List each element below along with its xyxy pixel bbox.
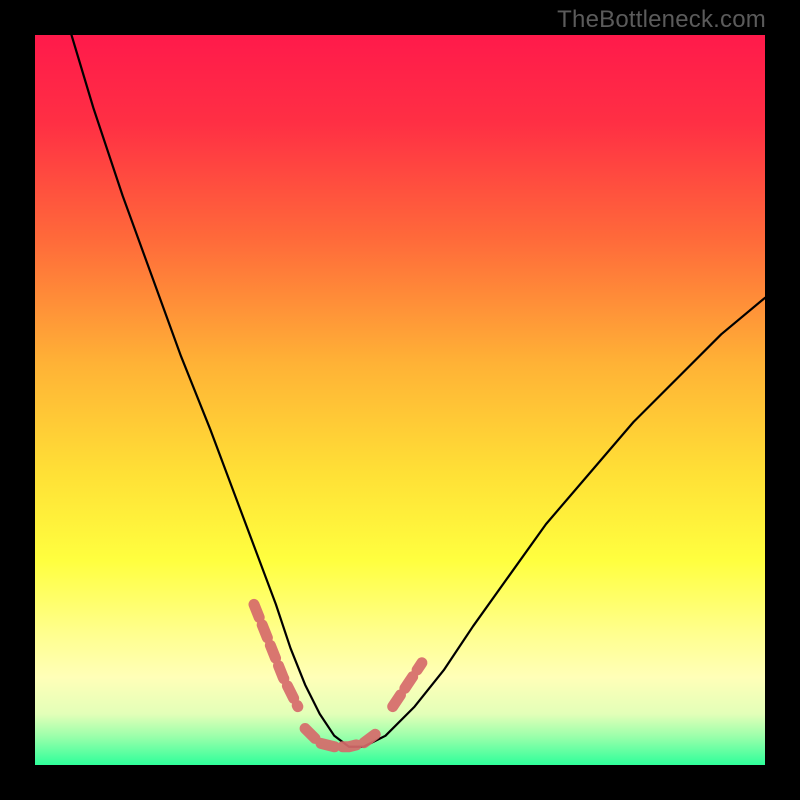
chart-svg (35, 35, 765, 765)
chart-frame: TheBottleneck.com (0, 0, 800, 800)
watermark-text: TheBottleneck.com (557, 6, 766, 34)
plot-area (35, 35, 765, 765)
